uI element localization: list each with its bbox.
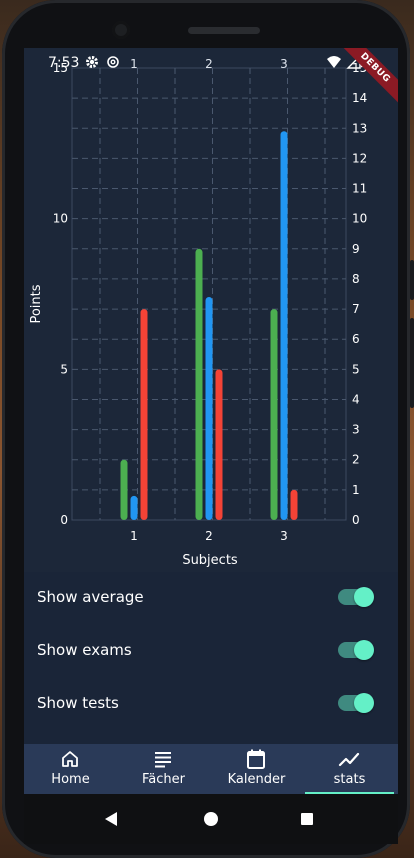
toggle-thumb bbox=[354, 587, 374, 607]
bar bbox=[215, 369, 223, 520]
bar bbox=[195, 248, 203, 521]
bar bbox=[205, 297, 213, 520]
setting-label: Show tests bbox=[37, 694, 119, 712]
bar bbox=[270, 309, 278, 520]
nav-home[interactable]: Home bbox=[24, 744, 117, 794]
y-tick-label-right: 14 bbox=[352, 91, 367, 105]
nav-faecher-label: Fächer bbox=[142, 772, 185, 787]
y-tick-label-right: 12 bbox=[352, 151, 367, 165]
y-tick-label-right: 10 bbox=[352, 212, 367, 226]
gear-icon bbox=[86, 56, 98, 68]
y-axis-label: Points bbox=[29, 284, 44, 323]
y-tick-label-right: 11 bbox=[352, 182, 367, 196]
recents-icon[interactable] bbox=[298, 810, 316, 828]
show-exams-toggle[interactable] bbox=[338, 640, 374, 660]
status-bar: 7:53 DEBUG bbox=[24, 48, 398, 106]
y-tick-label-right: 0 bbox=[352, 513, 360, 527]
setting-label: Show exams bbox=[37, 641, 132, 659]
list-icon bbox=[155, 752, 171, 768]
y-tick-label-right: 9 bbox=[352, 242, 360, 256]
show-average-toggle[interactable] bbox=[338, 587, 374, 607]
y-tick-label-right: 2 bbox=[352, 453, 360, 467]
setting-show-average: Show average bbox=[24, 572, 398, 625]
x-tick-label: 2 bbox=[205, 529, 213, 543]
y-tick-label-right: 3 bbox=[352, 423, 360, 437]
front-camera bbox=[112, 21, 130, 39]
bar bbox=[280, 131, 288, 520]
toggle-thumb bbox=[354, 693, 374, 713]
nav-kalender[interactable]: Kalender bbox=[210, 744, 303, 794]
x-axis-label: Subjects bbox=[182, 553, 238, 568]
y-tick-label-right: 6 bbox=[352, 332, 360, 346]
y-tick-label: 5 bbox=[60, 362, 68, 376]
home-circle-icon[interactable] bbox=[202, 810, 220, 828]
y-tick-label: 0 bbox=[60, 513, 68, 527]
stats-chart: 0 5 10 15 0 1 2 3 4 5 6 7 8 9 10 11 12 13 14 15 1 2 3 1 2 3 Subjec… bbox=[24, 48, 398, 572]
home-icon bbox=[62, 751, 78, 767]
bottom-navigation: Home Fächer Kalender stats bbox=[24, 744, 398, 794]
y-tick-label-right: 7 bbox=[352, 302, 360, 316]
wifi-icon bbox=[327, 56, 341, 68]
settings-panel: Show average Show exams Show tests bbox=[24, 572, 398, 744]
nav-faecher[interactable]: Fächer bbox=[117, 744, 210, 794]
y-tick-label-right: 5 bbox=[352, 362, 360, 376]
nav-stats[interactable]: stats bbox=[303, 744, 396, 794]
phone-top-bezel bbox=[2, 0, 410, 48]
nav-stats-label: stats bbox=[333, 772, 366, 787]
chart-svg: 05101501234567891011121314151 2 31 2 3Subjec… bbox=[29, 57, 367, 568]
volume-button bbox=[410, 260, 414, 300]
back-icon[interactable] bbox=[102, 810, 120, 828]
y-tick-label-right: 8 bbox=[352, 272, 360, 286]
x-tick-label: 3 bbox=[280, 529, 288, 543]
show-tests-toggle[interactable] bbox=[338, 693, 374, 713]
bar bbox=[120, 459, 128, 520]
app-screen: 0 5 10 15 0 1 2 3 4 5 6 7 8 9 10 11 12 13 14 15 1 2 3 1 2 3 Subjec… bbox=[24, 48, 398, 794]
bar bbox=[140, 309, 148, 520]
status-time: 7:53 bbox=[48, 55, 80, 71]
setting-show-exams: Show exams bbox=[24, 625, 398, 678]
toggle-thumb bbox=[354, 640, 374, 660]
x-tick-label: 1 bbox=[130, 529, 138, 543]
setting-label: Show average bbox=[37, 588, 144, 606]
nav-home-label: Home bbox=[51, 772, 90, 787]
bar bbox=[130, 495, 138, 520]
y-tick-label-right: 13 bbox=[352, 121, 367, 135]
power-button bbox=[410, 318, 414, 408]
earpiece-speaker bbox=[188, 27, 260, 34]
calendar-icon bbox=[247, 749, 265, 769]
setting-show-tests: Show tests bbox=[24, 678, 398, 731]
nav-kalender-label: Kalender bbox=[227, 772, 286, 787]
bar bbox=[290, 489, 298, 520]
settings-outline-icon bbox=[107, 56, 119, 68]
trending-up-icon bbox=[338, 752, 360, 767]
system-navigation-bar bbox=[24, 794, 398, 844]
y-tick-label: 10 bbox=[53, 212, 68, 226]
y-tick-label-right: 1 bbox=[352, 483, 360, 497]
y-tick-label-right: 4 bbox=[352, 392, 360, 406]
